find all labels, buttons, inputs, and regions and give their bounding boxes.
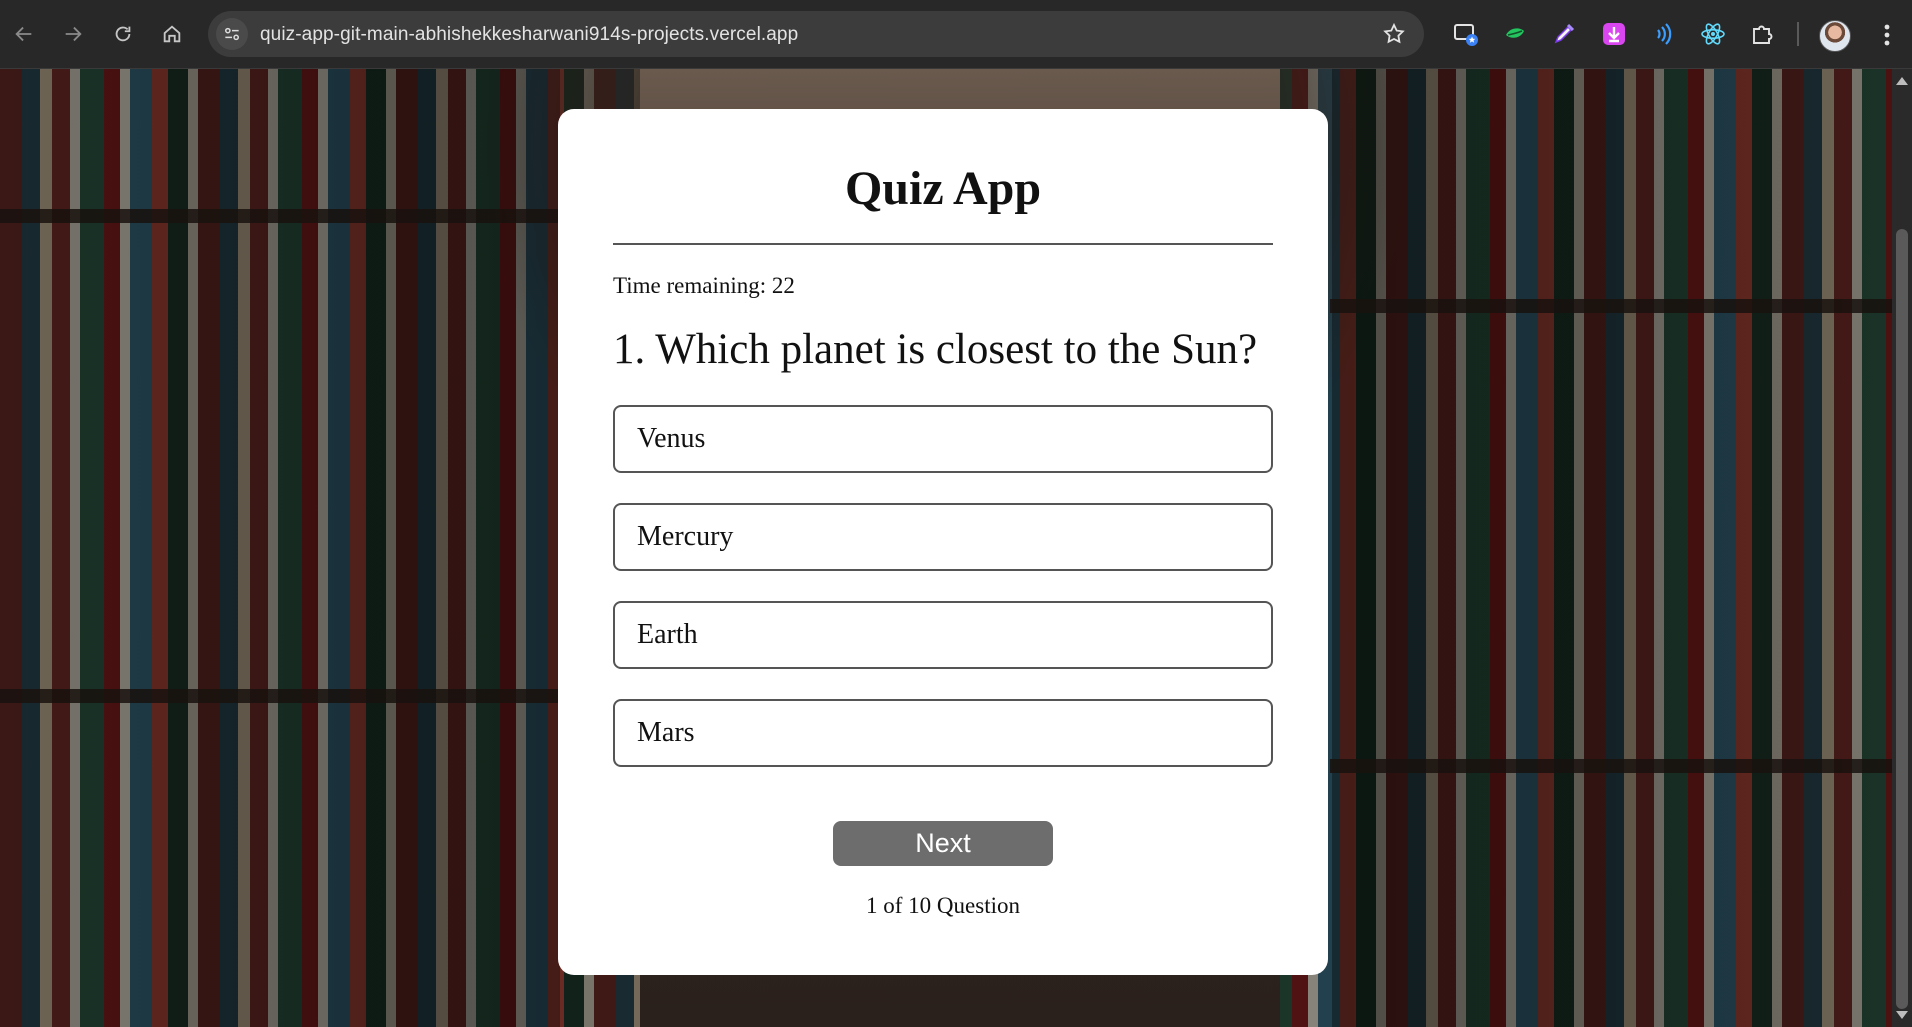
url-text: quiz-app-git-main-abhishekkesharwani914s… <box>260 24 799 45</box>
option-venus[interactable]: Venus <box>613 405 1273 473</box>
toolbar-divider <box>1797 22 1799 46</box>
eyedropper-icon[interactable] <box>1549 19 1579 49</box>
home-icon <box>163 25 181 43</box>
browser-toolbar: quiz-app-git-main-abhishekkesharwani914s… <box>0 0 1912 69</box>
option-mars[interactable]: Mars <box>613 699 1273 767</box>
next-button[interactable]: Next <box>833 821 1053 866</box>
question-text: 1. Which planet is closest to the Sun? <box>613 326 1258 373</box>
shelf-board <box>1330 759 1892 773</box>
scroll-up-arrow-icon[interactable] <box>1896 77 1908 85</box>
reload-icon <box>115 26 131 42</box>
address-bar[interactable]: quiz-app-git-main-abhishekkesharwani914s… <box>208 11 1424 57</box>
quiz-card: Quiz App Time remaining: 22 1. Which pla… <box>558 109 1328 975</box>
site-info-button[interactable] <box>216 18 248 50</box>
scrollbar-thumb[interactable] <box>1896 229 1908 1009</box>
forward-button[interactable] <box>57 18 89 50</box>
home-button[interactable] <box>156 18 188 50</box>
shelf-board <box>1330 299 1892 313</box>
time-remaining: Time remaining: 22 <box>613 273 795 298</box>
option-mercury[interactable]: Mercury <box>613 503 1273 571</box>
bookshelf-right <box>1332 69 1892 1027</box>
shelf-board <box>0 209 560 223</box>
page-scrollbar[interactable] <box>1892 69 1912 1027</box>
question-progress: 1 of 10 Question <box>866 893 1020 918</box>
leaf-extension-icon[interactable] <box>1500 19 1530 49</box>
puzzle-icon[interactable] <box>1747 19 1777 49</box>
react-icon[interactable] <box>1698 19 1728 49</box>
avatar[interactable] <box>1819 20 1851 52</box>
browser-menu-button[interactable] <box>1872 20 1902 50</box>
forward-arrow-icon <box>65 26 82 42</box>
bookmark-star-icon[interactable] <box>1382 22 1406 46</box>
back-arrow-icon <box>15 26 32 42</box>
scroll-down-arrow-icon[interactable] <box>1896 1011 1908 1019</box>
shelf-board <box>0 689 560 703</box>
more-vert-icon <box>1884 24 1890 46</box>
download-extension-icon[interactable] <box>1599 19 1629 49</box>
tune-icon <box>225 27 239 41</box>
wifi-extension-icon[interactable] <box>1648 19 1678 49</box>
back-button[interactable] <box>8 18 40 50</box>
page-title: Quiz App <box>844 162 1042 215</box>
title-divider <box>613 243 1273 245</box>
cast-icon[interactable] <box>1451 19 1481 49</box>
option-earth[interactable]: Earth <box>613 601 1273 669</box>
answer-options: Venus Mercury Earth Mars <box>613 405 1273 797</box>
reload-button[interactable] <box>107 18 139 50</box>
